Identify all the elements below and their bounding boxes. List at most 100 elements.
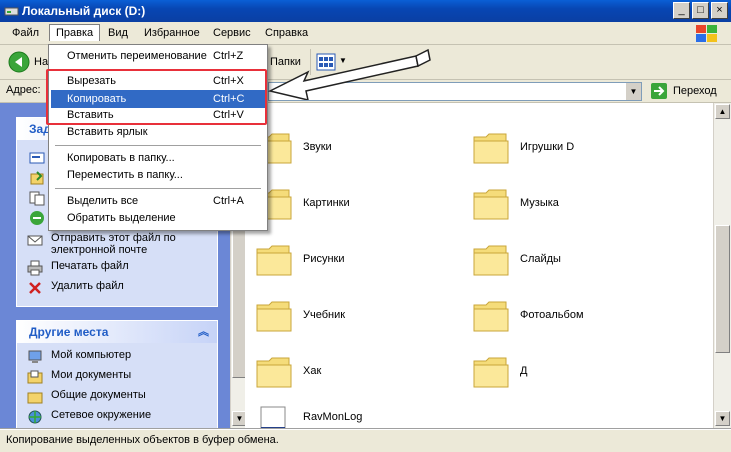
- folder-label: Учебник: [303, 309, 346, 321]
- menu-item-shortcut: Ctrl+A: [213, 195, 244, 207]
- publish-icon: [30, 211, 44, 225]
- place-shared-documents[interactable]: Общие документы: [27, 389, 217, 409]
- folder-icon: [473, 357, 509, 388]
- task-delete-file[interactable]: Удалить файл: [27, 280, 217, 300]
- folder-item[interactable]: Звуки: [255, 131, 455, 175]
- folder-label: Игрушки D: [520, 141, 575, 153]
- status-bar: Копирование выделенных объектов в буфер …: [0, 429, 731, 452]
- menu-item-shortcut: Ctrl+Z: [213, 50, 244, 62]
- task-print-label: Печатать файл: [51, 260, 129, 272]
- folder-item[interactable]: Игрушки D: [472, 131, 672, 175]
- computer-icon: [28, 350, 42, 363]
- other-places-header[interactable]: Другие места ︽: [17, 321, 217, 343]
- back-label: На: [34, 56, 49, 68]
- menu-item-label: Выделить все: [67, 195, 139, 207]
- email-icon: [27, 235, 43, 246]
- right-scroll-up-button[interactable]: ▲: [715, 104, 730, 119]
- folder-item[interactable]: Фотоальбом: [472, 299, 672, 343]
- folder-label: Звуки: [303, 141, 332, 153]
- menu-item-label: Отменить переименование: [67, 50, 207, 62]
- place-network[interactable]: Сетевое окружение: [27, 409, 217, 429]
- back-arrow-icon: [8, 51, 30, 73]
- delete-x-icon: [29, 282, 41, 294]
- folder-icon: [256, 357, 292, 388]
- close-button[interactable]: ×: [711, 2, 728, 19]
- right-scroll-down-button[interactable]: ▼: [715, 411, 730, 426]
- menu-edit[interactable]: Правка: [49, 24, 101, 41]
- file-item[interactable]: RavMonLog: [255, 405, 455, 429]
- menu-item-label: Копировать в папку...: [67, 152, 175, 164]
- menu-separator: [55, 188, 261, 189]
- folder-item[interactable]: Д: [472, 355, 672, 399]
- menu-bar: Файл Правка Вид Избранное Сервис Справка: [0, 22, 731, 45]
- file-pane-scrollbar[interactable]: ▲ ▼: [713, 103, 731, 429]
- network-globe-icon: [28, 410, 42, 424]
- window-title: Локальный диск (D:): [22, 4, 146, 18]
- folder-label: Картинки: [303, 197, 350, 209]
- folder-item[interactable]: Хак: [255, 355, 455, 399]
- menu-help[interactable]: Справка: [259, 25, 314, 41]
- file-list-pane: Звуки Игрушки D Картинки Музыка Рисунки …: [245, 103, 713, 429]
- menu-file[interactable]: Файл: [6, 25, 45, 41]
- file-label: RavMonLog: [303, 411, 363, 423]
- menu-item-paste-shortcut[interactable]: Вставить ярлык: [51, 123, 265, 141]
- folder-item[interactable]: Картинки: [255, 187, 455, 231]
- folder-icon: [473, 245, 509, 276]
- title-bar[interactable]: Локальный диск (D:) _ □ ×: [0, 0, 731, 22]
- menu-item-label: Обратить выделение: [67, 212, 176, 224]
- folder-label: Хак: [303, 365, 322, 377]
- menu-item-label: Переместить в папку...: [67, 169, 183, 181]
- annotation-arrow-icon: [267, 48, 431, 100]
- folder-label: Рисунки: [303, 253, 345, 265]
- place-my-documents[interactable]: Мои документы: [27, 369, 217, 389]
- copy-icon: [29, 191, 45, 206]
- menu-favorites[interactable]: Избранное: [138, 25, 206, 41]
- folder-icon: [473, 301, 509, 332]
- folder-icon: [473, 133, 509, 164]
- menu-view[interactable]: Вид: [102, 25, 134, 41]
- place-shared-documents-label: Общие документы: [51, 389, 146, 401]
- folder-item[interactable]: Слайды: [472, 243, 672, 287]
- rename-icon: [29, 152, 45, 164]
- menu-separator: [55, 145, 261, 146]
- status-text: Копирование выделенных объектов в буфер …: [6, 434, 279, 446]
- task-email-file[interactable]: Отправить этот файл по электронной почте: [27, 232, 217, 260]
- task-delete-label: Удалить файл: [51, 280, 124, 292]
- menu-item-label: Вставить ярлык: [67, 126, 148, 138]
- drive-icon: [4, 7, 19, 16]
- folder-label: Фотоальбом: [520, 309, 584, 321]
- go-arrow-icon: [651, 83, 667, 99]
- minimize-button[interactable]: _: [673, 2, 690, 19]
- folder-item[interactable]: Учебник: [255, 299, 455, 343]
- folder-icon: [473, 189, 509, 220]
- other-places-list: Мой компьютер Мои документы Общие докуме…: [17, 343, 217, 429]
- windows-logo-icon: [696, 25, 717, 42]
- task-list: Отправить этот файл по электронной почте…: [27, 232, 217, 300]
- address-dropdown-button[interactable]: ▼: [626, 83, 641, 100]
- place-my-computer-label: Мой компьютер: [51, 349, 132, 361]
- menu-item-undo-rename[interactable]: Отменить переименование Ctrl+Z: [51, 47, 265, 65]
- folder-label: Д: [520, 365, 528, 377]
- task-print-file[interactable]: Печатать файл: [27, 260, 217, 280]
- right-scroll-thumb[interactable]: [715, 225, 730, 353]
- menu-item-invert-selection[interactable]: Обратить выделение: [51, 209, 265, 227]
- annotation-highlight-box: [46, 69, 267, 125]
- place-my-documents-label: Мои документы: [51, 369, 132, 381]
- menu-item-move-to-folder[interactable]: Переместить в папку...: [51, 166, 265, 184]
- other-places-title: Другие места: [29, 325, 109, 339]
- folder-item[interactable]: Музыка: [472, 187, 672, 231]
- menu-tools[interactable]: Сервис: [207, 25, 257, 41]
- place-network-label: Сетевое окружение: [51, 409, 152, 421]
- folder-item[interactable]: Рисунки: [255, 243, 455, 287]
- shared-folder-icon: [27, 392, 43, 404]
- folder-icon: [256, 245, 292, 276]
- go-button[interactable]: Переход: [650, 81, 722, 101]
- place-my-computer[interactable]: Мой компьютер: [27, 349, 217, 369]
- collapse-chevron-icon[interactable]: ︽: [198, 321, 209, 343]
- documents-folder-icon: [27, 370, 43, 384]
- menu-item-copy-to-folder[interactable]: Копировать в папку...: [51, 149, 265, 167]
- menu-item-select-all[interactable]: Выделить все Ctrl+A: [51, 192, 265, 210]
- maximize-button[interactable]: □: [692, 2, 709, 19]
- folder-icon: [256, 301, 292, 332]
- move-icon: [30, 171, 44, 185]
